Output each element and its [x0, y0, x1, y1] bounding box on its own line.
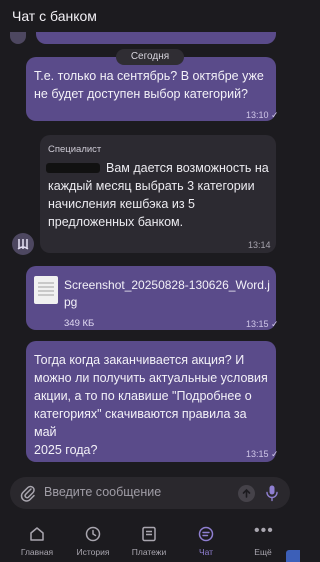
more-icon: ••• — [254, 522, 274, 539]
message-time: 13:15 — [246, 319, 269, 329]
page-title: Чат с банком — [12, 8, 97, 24]
nav-label-history: История — [76, 547, 110, 557]
chat-area[interactable]: Сегодня Т.е. только на сентябрь? В октяб… — [0, 0, 300, 470]
message-bubble-outgoing[interactable]: Т.е. только на сентябрь? В октябре уже н… — [26, 57, 279, 121]
file-name: Screenshot_20250828-130626_Word.j pg — [64, 278, 270, 309]
bottom-navigation: Главная История Платежи Чат ••• Ещё — [0, 518, 300, 562]
date-separator: Сегодня — [116, 49, 184, 65]
microphone-icon[interactable] — [265, 484, 279, 507]
nav-label-more: Ещё — [254, 547, 272, 557]
clock-icon — [85, 526, 101, 542]
message-time: 13:15 — [246, 449, 269, 459]
file-thumbnail[interactable] — [34, 276, 58, 304]
nav-more[interactable]: ••• Ещё — [233, 518, 293, 562]
message-text: Тогда когда заканчивается акция? И можно… — [34, 353, 268, 457]
corner-badge-icon — [286, 550, 300, 562]
message-text: Т.е. только на сентябрь? В октябре уже н… — [34, 69, 264, 101]
home-icon — [30, 527, 44, 541]
payments-icon — [142, 526, 156, 542]
chat-header: Чат с банком — [0, 0, 300, 32]
nav-label-payments: Платежи — [131, 547, 167, 557]
message-bubble-partial — [36, 32, 276, 44]
nav-label-chat: Чат — [198, 547, 214, 557]
nav-history[interactable]: История — [63, 518, 123, 562]
redacted-name — [46, 163, 100, 173]
send-arrow-icon[interactable] — [238, 485, 255, 502]
message-input-bar[interactable]: Введите сообщение — [10, 477, 290, 509]
file-message-bubble[interactable]: Screenshot_20250828-130626_Word.j pg 349… — [26, 266, 279, 330]
nav-home[interactable]: Главная — [7, 518, 67, 562]
read-check-icon: ✓ — [271, 110, 279, 120]
message-time: 13:14 — [248, 240, 271, 250]
bank-avatar — [12, 233, 34, 255]
nav-payments[interactable]: Платежи — [119, 518, 179, 562]
sender-name: Специалист — [48, 144, 102, 155]
bank-avatar — [10, 32, 26, 44]
read-check-icon: ✓ — [271, 319, 279, 329]
bank-logo-icon — [17, 239, 29, 250]
nav-label-home: Главная — [20, 547, 54, 557]
file-size: 349 КБ — [64, 318, 95, 329]
message-time: 13:10 — [246, 110, 269, 120]
paperclip-icon[interactable] — [20, 484, 36, 507]
message-bubble-outgoing[interactable]: Тогда когда заканчивается акция? И можно… — [26, 341, 279, 462]
read-check-icon: ✓ — [271, 449, 279, 459]
message-input[interactable]: Введите сообщение — [44, 485, 161, 499]
nav-chat[interactable]: Чат — [176, 518, 236, 562]
message-bubble-incoming[interactable]: Специалист Вам дается возможность на каж… — [40, 135, 276, 253]
chat-icon — [198, 526, 214, 542]
